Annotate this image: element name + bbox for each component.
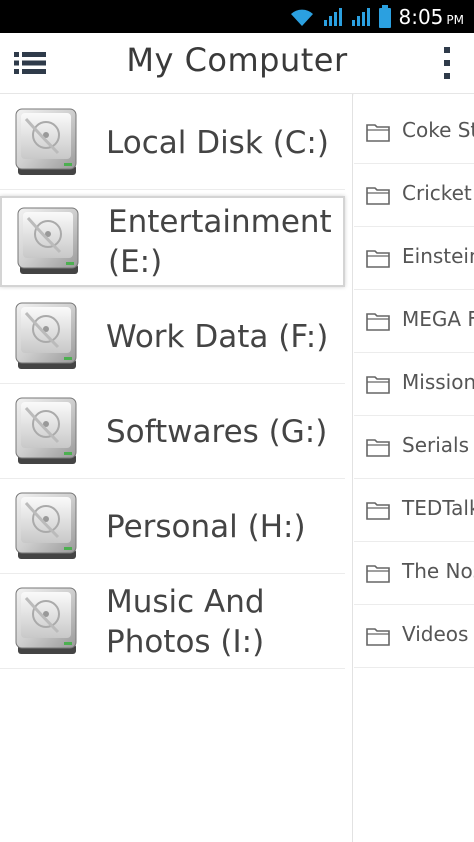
more-vert-icon[interactable] xyxy=(442,46,452,80)
folder-item[interactable]: Serials xyxy=(354,415,474,479)
hard-drive-icon xyxy=(15,492,77,559)
drive-list: Local Disk (C:) Entertainment (E:) Work … xyxy=(0,94,352,842)
folder-item[interactable]: Einstein xyxy=(354,226,474,290)
folder-item[interactable]: TEDTalks xyxy=(354,478,474,542)
status-ampm: PM xyxy=(446,13,464,27)
hard-drive-icon xyxy=(17,207,79,274)
folder-label: The Nostalgia xyxy=(402,559,474,583)
folder-label: Serials xyxy=(402,433,470,457)
app-bar: My Computer xyxy=(0,33,474,94)
drive-label: Softwares (G:) xyxy=(106,413,328,450)
folder-label: Mission xyxy=(402,370,474,394)
drive-label: Personal (H:) xyxy=(106,508,306,545)
folder-label: MEGA Factories xyxy=(402,307,474,331)
hard-drive-icon xyxy=(15,397,77,464)
page-title: My Computer xyxy=(126,41,348,79)
folder-item[interactable]: Coke Studio xyxy=(354,100,474,164)
folder-label: Coke Studio xyxy=(402,118,474,142)
folder-icon xyxy=(366,502,390,520)
drive-item-g[interactable]: Softwares (G:) xyxy=(0,385,345,479)
wifi-icon xyxy=(291,9,314,26)
folder-list: Coke Studio Cricket Einstein MEGA Factor… xyxy=(354,94,474,842)
folder-item[interactable]: MEGA Factories xyxy=(354,289,474,353)
drive-label: Entertainment (E:) xyxy=(108,203,332,280)
folder-item[interactable]: Mission xyxy=(354,352,474,416)
drive-label: Work Data (F:) xyxy=(106,318,329,355)
folder-icon xyxy=(366,313,390,331)
hard-drive-icon xyxy=(15,587,77,654)
battery-icon xyxy=(379,5,392,28)
folder-item[interactable]: The Nostalgia xyxy=(354,541,474,605)
drive-label: Local Disk (C:) xyxy=(106,124,329,161)
hard-drive-icon xyxy=(15,108,77,175)
folder-label: Cricket xyxy=(402,181,472,205)
folder-item[interactable]: Videos xyxy=(354,604,474,668)
drive-item-c[interactable]: Local Disk (C:) xyxy=(0,96,345,190)
status-time: 8:05 PM xyxy=(398,5,464,29)
signal-icon xyxy=(324,8,343,26)
folder-item[interactable]: Cricket xyxy=(354,163,474,227)
folder-label: Videos xyxy=(402,622,469,646)
folder-icon xyxy=(366,187,390,205)
folder-label: TEDTalks xyxy=(402,496,474,520)
folder-icon xyxy=(366,439,390,457)
pane-divider xyxy=(352,94,353,842)
folder-icon xyxy=(366,565,390,583)
drive-label: Music And Photos (I:) xyxy=(106,583,265,660)
folder-icon xyxy=(366,124,390,142)
status-bar: 8:05 PM xyxy=(0,0,474,33)
hard-drive-icon xyxy=(15,302,77,369)
folder-icon xyxy=(366,376,390,394)
drive-item-i[interactable]: Music And Photos (I:) xyxy=(0,575,345,669)
drive-item-f[interactable]: Work Data (F:) xyxy=(0,290,345,384)
folder-icon xyxy=(366,250,390,268)
status-icons: 8:05 PM xyxy=(288,4,464,30)
signal-icon-2 xyxy=(352,8,371,26)
drive-item-h[interactable]: Personal (H:) xyxy=(0,480,345,574)
drive-item-e[interactable]: Entertainment (E:) xyxy=(0,196,345,287)
folder-label: Einstein xyxy=(402,244,474,268)
folder-icon xyxy=(366,628,390,646)
